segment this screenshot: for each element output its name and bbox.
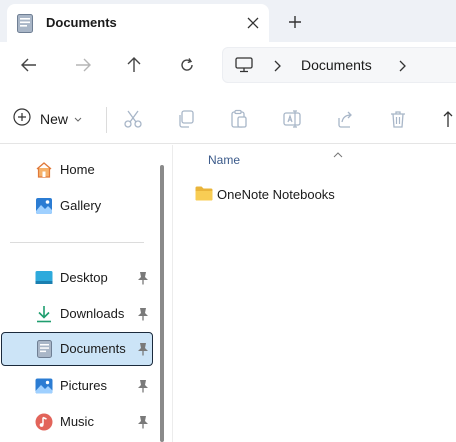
new-tab-icon[interactable] — [285, 12, 305, 32]
documents-icon — [17, 14, 33, 33]
column-header-name[interactable]: Name — [208, 153, 240, 167]
chevron-right-icon[interactable] — [273, 59, 281, 77]
pin-icon[interactable] — [136, 341, 150, 357]
navigation-bar: Documents — [0, 42, 456, 88]
paste-icon[interactable] — [228, 108, 250, 130]
sidebar-divider — [10, 242, 144, 243]
sidebar-item-downloads[interactable]: Downloads — [1, 297, 153, 331]
this-pc-icon[interactable] — [235, 57, 253, 78]
list-item[interactable]: OneNote Notebooks — [193, 183, 443, 207]
sidebar-item-label: Home — [60, 162, 95, 177]
documents-icon — [35, 340, 53, 358]
sort-ascending-icon — [333, 145, 343, 163]
breadcrumb-documents[interactable]: Documents — [301, 57, 372, 73]
sidebar-item-music[interactable]: Music — [1, 405, 153, 439]
copy-icon[interactable] — [175, 108, 197, 130]
pin-icon[interactable] — [136, 378, 150, 394]
title-bar: Documents — [0, 0, 456, 42]
sidebar-item-gallery[interactable]: Gallery — [1, 189, 153, 223]
sort-icon[interactable] — [440, 108, 456, 130]
desktop-icon — [35, 269, 53, 287]
chevron-down-icon — [74, 110, 82, 128]
command-bar: New — [0, 94, 456, 144]
sidebar-scrollbar[interactable] — [160, 165, 164, 442]
sidebar-item-label: Pictures — [60, 378, 107, 393]
rename-icon[interactable] — [281, 108, 303, 130]
pictures-icon — [35, 377, 53, 395]
downloads-icon — [35, 305, 53, 323]
home-icon — [35, 161, 53, 179]
sidebar-item-home[interactable]: Home — [1, 153, 153, 187]
pin-icon[interactable] — [136, 414, 150, 430]
toolbar-divider — [106, 107, 107, 133]
forward-arrow-icon[interactable] — [70, 52, 96, 78]
music-icon — [35, 413, 53, 431]
up-arrow-icon[interactable] — [121, 52, 147, 78]
pin-icon[interactable] — [136, 270, 150, 286]
sidebar-item-label: Desktop — [60, 270, 108, 285]
refresh-icon[interactable] — [174, 52, 200, 78]
sidebar-item-documents[interactable]: Documents — [1, 332, 153, 366]
tab-documents[interactable]: Documents — [7, 4, 269, 42]
file-name: OneNote Notebooks — [217, 187, 335, 202]
folder-icon — [195, 186, 213, 206]
new-button-label: New — [40, 111, 69, 127]
add-circle-icon — [13, 107, 31, 131]
close-tab-icon[interactable] — [242, 12, 264, 34]
pin-icon[interactable] — [136, 306, 150, 322]
navigation-pane: Home Gallery Desktop Downloads Documents — [0, 145, 157, 442]
address-bar[interactable]: Documents — [222, 47, 456, 83]
sidebar-item-label: Downloads — [60, 306, 125, 321]
new-button[interactable]: New — [13, 105, 82, 133]
sidebar-item-label: Documents — [60, 341, 126, 356]
sidebar-item-label: Music — [60, 414, 94, 429]
delete-icon[interactable] — [387, 108, 409, 130]
sidebar-item-desktop[interactable]: Desktop — [1, 261, 153, 295]
sidebar-item-pictures[interactable]: Pictures — [1, 369, 153, 403]
file-list: Name OneNote Notebooks — [173, 145, 456, 442]
cut-icon[interactable] — [122, 108, 144, 130]
back-arrow-icon[interactable] — [16, 52, 42, 78]
chevron-right-icon[interactable] — [398, 59, 406, 77]
gallery-icon — [35, 197, 53, 215]
tab-title: Documents — [46, 15, 117, 30]
sidebar-item-label: Gallery — [60, 198, 102, 213]
share-icon[interactable] — [334, 108, 356, 130]
